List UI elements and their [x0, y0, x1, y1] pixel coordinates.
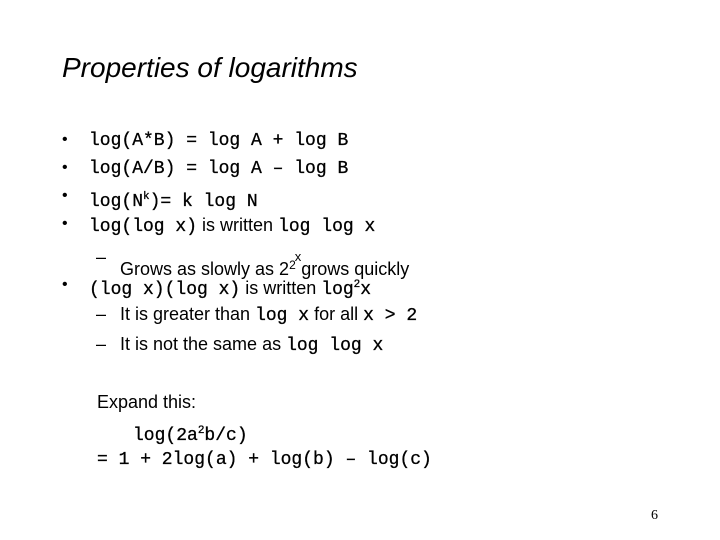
- bullet-icon: •: [62, 187, 68, 204]
- dash-icon: –: [96, 247, 107, 267]
- loglog-text: is written: [197, 215, 279, 235]
- rule-power-b: )= k log N: [149, 192, 258, 212]
- bullet-icon: •: [62, 131, 68, 148]
- notsame-code-a: log log x: [286, 336, 384, 356]
- exercise-answer: = 1 + 2log(a) + log(b) – log(c): [97, 450, 432, 470]
- slide-title: Properties of logarithms: [62, 52, 358, 83]
- grows-sup: 2: [289, 258, 296, 272]
- exercise-expression: log(2a2b/c): [133, 420, 248, 447]
- rule-product: log(A*B) = log A + log B: [89, 131, 349, 151]
- expr-a: log(2a: [133, 426, 198, 446]
- bullet-icon: •: [62, 215, 68, 232]
- greater-code-b: x > 2: [363, 306, 418, 326]
- sub-not-same: It is not the same as log log x: [120, 333, 383, 357]
- rule-loglog: log(log x) is written log log x: [89, 214, 376, 238]
- greater-text-a: It is greater than: [120, 304, 256, 324]
- rule-power: log(Nk)= k log N: [89, 186, 258, 213]
- expr-b: b/c): [204, 426, 248, 446]
- sub-greater: It is greater than log x for all x > 2: [120, 303, 417, 327]
- dash-icon: –: [96, 304, 107, 324]
- rule-quotient: log(A/B) = log A – log B: [89, 159, 349, 179]
- greater-text-b: for all: [309, 304, 364, 324]
- bullet-icon: •: [62, 276, 68, 293]
- rule-logsquared: (log x)(log x) is written log2x: [89, 274, 371, 301]
- loglog-code-a: log(log x): [89, 217, 198, 237]
- exercise-label: Expand this:: [97, 392, 197, 412]
- dash-icon: –: [96, 334, 107, 354]
- rule-power-a: log(N: [89, 192, 144, 212]
- bullet-icon: •: [62, 159, 68, 176]
- greater-code-a: log x: [255, 306, 310, 326]
- slide: Properties of logarithms • log(A*B) = lo…: [0, 0, 720, 540]
- logsq-code-a: (log x)(log x): [89, 280, 241, 300]
- logsq-code-b: log: [321, 280, 354, 300]
- logsq-code-c: x: [360, 280, 372, 300]
- notsame-text-a: It is not the same as: [120, 334, 287, 354]
- rule-power-sup: k: [143, 191, 150, 203]
- page-number: 6: [651, 508, 658, 523]
- loglog-code-b: log log x: [278, 217, 376, 237]
- logsq-text: is written: [240, 278, 322, 298]
